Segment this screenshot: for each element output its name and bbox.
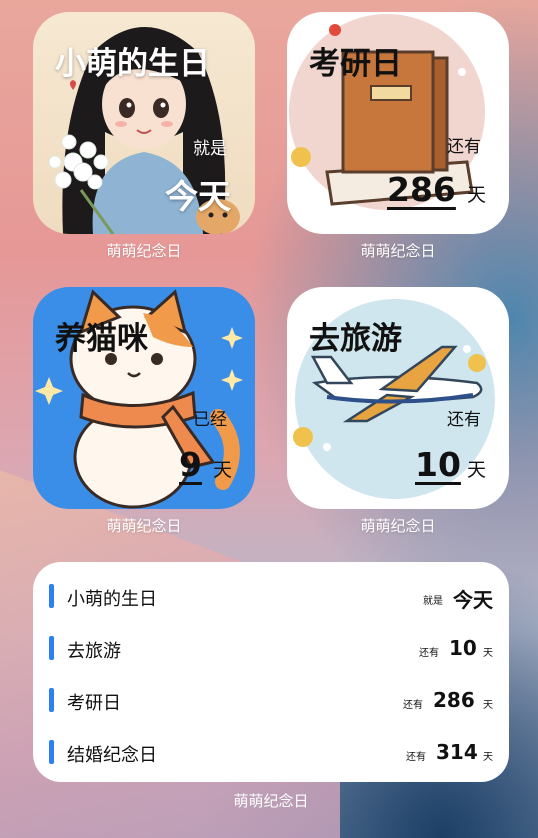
- widget-title: 去旅游: [309, 321, 402, 357]
- list-item[interactable]: 小萌的生日 就是 今天: [49, 582, 493, 612]
- list-item-prefix: 还有: [406, 752, 426, 763]
- list-item-value: 今天: [453, 588, 493, 612]
- accent-bar: [49, 740, 54, 764]
- widget-value: 今天: [165, 177, 231, 216]
- widget-title: 养猫咪: [55, 321, 148, 357]
- widget-value: 10: [415, 445, 461, 484]
- list-item-name: 结婚纪念日: [67, 745, 157, 766]
- widget-prefix: 已经: [193, 410, 227, 430]
- widget-title: 小萌的生日: [55, 46, 210, 82]
- widget-unit: 天: [213, 459, 233, 481]
- widget-birthday[interactable]: 小萌的生日 就是 今天: [33, 12, 255, 234]
- widget-travel[interactable]: 去旅游 还有 10 天: [287, 287, 509, 509]
- accent-bar: [49, 636, 54, 660]
- list-item-value: 10: [449, 636, 477, 660]
- list-item-unit: 天: [483, 648, 493, 659]
- list-item[interactable]: 去旅游 还有 10 天: [49, 634, 493, 662]
- widget-caption: 萌萌纪念日: [233, 792, 309, 810]
- widget-unit: 天: [467, 184, 487, 206]
- list-item[interactable]: 结婚纪念日 还有 314 天: [49, 738, 493, 766]
- accent-bar: [49, 584, 54, 608]
- widget-countdown-list[interactable]: 小萌的生日 就是 今天 去旅游 还有 10 天 考研日 还有 286 天 结婚纪…: [33, 562, 509, 782]
- accent-bar: [49, 688, 54, 712]
- widget-unit: 天: [467, 459, 487, 481]
- widget-cat[interactable]: 养猫咪 已经 9 天: [33, 287, 255, 509]
- widget-prefix: 还有: [447, 137, 481, 157]
- list-item-prefix: 还有: [403, 700, 423, 711]
- widget-caption: 萌萌纪念日: [106, 242, 182, 260]
- list-item-name: 小萌的生日: [67, 589, 157, 610]
- list-item[interactable]: 考研日 还有 286 天: [49, 686, 493, 714]
- widget-caption: 萌萌纪念日: [360, 242, 436, 260]
- widget-caption: 萌萌纪念日: [106, 517, 182, 535]
- widget-exam[interactable]: 考研日 还有 286 天: [287, 12, 509, 234]
- list-item-unit: 天: [483, 752, 493, 763]
- widget-caption: 萌萌纪念日: [360, 517, 436, 535]
- widget-prefix: 就是: [193, 139, 227, 159]
- list-item-prefix: 就是: [423, 596, 443, 607]
- list-item-value: 286: [433, 688, 475, 712]
- list-item-name: 去旅游: [67, 641, 121, 662]
- widget-value: 286: [387, 170, 456, 209]
- list-item-name: 考研日: [67, 693, 121, 714]
- widget-value: 9: [179, 445, 202, 484]
- widget-title: 考研日: [309, 46, 402, 82]
- list-item-value: 314: [436, 740, 478, 764]
- widget-prefix: 还有: [447, 410, 481, 430]
- list-item-prefix: 还有: [419, 648, 439, 659]
- list-item-unit: 天: [483, 700, 493, 711]
